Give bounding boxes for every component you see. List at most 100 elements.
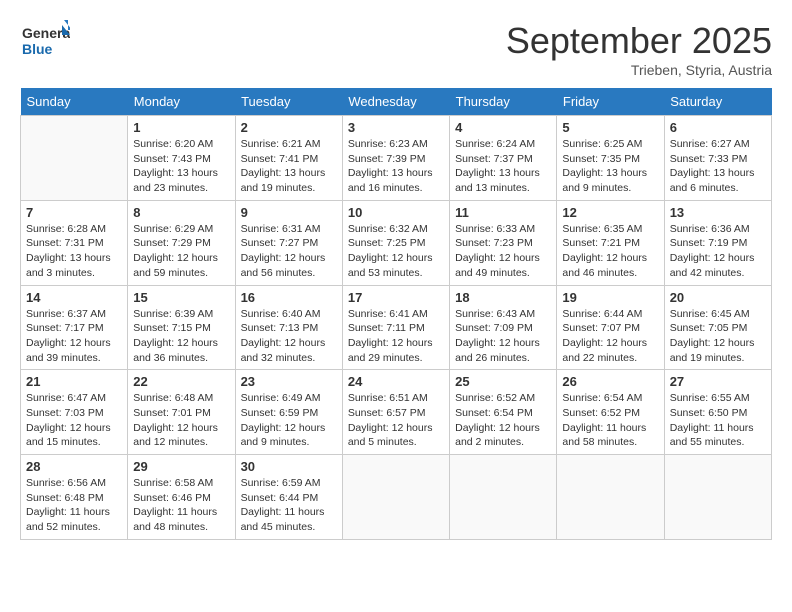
- calendar-cell: [450, 455, 557, 540]
- calendar-cell: [21, 116, 128, 201]
- calendar-cell: 10Sunrise: 6:32 AM Sunset: 7:25 PM Dayli…: [342, 200, 449, 285]
- day-info: Sunrise: 6:47 AM Sunset: 7:03 PM Dayligh…: [26, 391, 122, 450]
- day-of-week-header: Tuesday: [235, 88, 342, 116]
- calendar-cell: 26 Sunrise: 6:54 AM Sunset: 6:52 PM Dayli…: [557, 370, 664, 455]
- day-number: 3: [348, 120, 444, 135]
- calendar-cell: 18 Sunrise: 6:43 AM Sunset: 7:09 PM Dayli…: [450, 285, 557, 370]
- calendar-cell: 16 Sunrise: 6:40 AM Sunset: 7:13 PM Dayli…: [235, 285, 342, 370]
- calendar-cell: 3 Sunrise: 6:23 AM Sunset: 7:39 PM Daylig…: [342, 116, 449, 201]
- calendar-cell: 24Sunrise: 6:51 AM Sunset: 6:57 PM Dayli…: [342, 370, 449, 455]
- day-number: 19: [562, 290, 658, 305]
- day-number: 23: [241, 374, 337, 389]
- day-number: 30: [241, 459, 337, 474]
- day-number: 20: [670, 290, 766, 305]
- day-info: Sunrise: 6:23 AM Sunset: 7:39 PM Dayligh…: [348, 137, 444, 196]
- calendar-cell: 21 Sunrise: 6:47 AM Sunset: 7:03 PM Dayli…: [21, 370, 128, 455]
- day-info: Sunrise: 6:37 AM Sunset: 7:17 PM Dayligh…: [26, 307, 122, 366]
- calendar-cell: [664, 455, 771, 540]
- day-number: 13: [670, 205, 766, 220]
- day-info: Sunrise: 6:25 AM Sunset: 7:35 PM Dayligh…: [562, 137, 658, 196]
- day-info: Sunrise: 6:35 AM Sunset: 7:21 PM Dayligh…: [562, 222, 658, 281]
- day-info: Sunrise: 6:41 AM Sunset: 7:11 PM Dayligh…: [348, 307, 444, 366]
- day-of-week-header: Thursday: [450, 88, 557, 116]
- day-number: 15: [133, 290, 229, 305]
- title-section: September 2025 Trieben, Styria, Austria: [506, 20, 772, 78]
- day-number: 18: [455, 290, 551, 305]
- calendar-cell: 5 Sunrise: 6:25 AM Sunset: 7:35 PM Daylig…: [557, 116, 664, 201]
- calendar-cell: 6 Sunrise: 6:27 AM Sunset: 7:33 PM Daylig…: [664, 116, 771, 201]
- location-subtitle: Trieben, Styria, Austria: [506, 62, 772, 78]
- day-info: Sunrise: 6:59 AM Sunset: 6:44 PM Dayligh…: [241, 476, 337, 535]
- day-info: Sunrise: 6:33 AM Sunset: 7:23 PM Dayligh…: [455, 222, 551, 281]
- day-number: 6: [670, 120, 766, 135]
- calendar-week-row: 14 Sunrise: 6:37 AM Sunset: 7:17 PM Dayli…: [21, 285, 772, 370]
- day-number: 7: [26, 205, 122, 220]
- calendar-cell: 15Sunrise: 6:39 AM Sunset: 7:15 PM Dayli…: [128, 285, 235, 370]
- calendar-cell: 1Sunrise: 6:20 AM Sunset: 7:43 PM Daylig…: [128, 116, 235, 201]
- day-number: 12: [562, 205, 658, 220]
- day-of-week-header: Friday: [557, 88, 664, 116]
- svg-text:Blue: Blue: [22, 41, 53, 57]
- day-info: Sunrise: 6:27 AM Sunset: 7:33 PM Dayligh…: [670, 137, 766, 196]
- day-info: Sunrise: 6:58 AM Sunset: 6:46 PM Dayligh…: [133, 476, 229, 535]
- day-info: Sunrise: 6:28 AM Sunset: 7:31 PM Dayligh…: [26, 222, 122, 281]
- day-number: 8: [133, 205, 229, 220]
- day-number: 5: [562, 120, 658, 135]
- day-number: 25: [455, 374, 551, 389]
- day-info: Sunrise: 6:56 AM Sunset: 6:48 PM Dayligh…: [26, 476, 122, 535]
- day-info: Sunrise: 6:36 AM Sunset: 7:19 PM Dayligh…: [670, 222, 766, 281]
- day-info: Sunrise: 6:24 AM Sunset: 7:37 PM Dayligh…: [455, 137, 551, 196]
- calendar-cell: 17Sunrise: 6:41 AM Sunset: 7:11 PM Dayli…: [342, 285, 449, 370]
- calendar-cell: 7 Sunrise: 6:28 AM Sunset: 7:31 PM Daylig…: [21, 200, 128, 285]
- calendar-cell: 28Sunrise: 6:56 AM Sunset: 6:48 PM Dayli…: [21, 455, 128, 540]
- day-info: Sunrise: 6:31 AM Sunset: 7:27 PM Dayligh…: [241, 222, 337, 281]
- day-number: 9: [241, 205, 337, 220]
- calendar-cell: 8 Sunrise: 6:29 AM Sunset: 7:29 PM Daylig…: [128, 200, 235, 285]
- calendar-cell: 19Sunrise: 6:44 AM Sunset: 7:07 PM Dayli…: [557, 285, 664, 370]
- day-info: Sunrise: 6:51 AM Sunset: 6:57 PM Dayligh…: [348, 391, 444, 450]
- calendar-cell: 27Sunrise: 6:55 AM Sunset: 6:50 PM Dayli…: [664, 370, 771, 455]
- calendar-cell: 29 Sunrise: 6:58 AM Sunset: 6:46 PM Dayli…: [128, 455, 235, 540]
- day-info: Sunrise: 6:45 AM Sunset: 7:05 PM Dayligh…: [670, 307, 766, 366]
- calendar-week-row: 1Sunrise: 6:20 AM Sunset: 7:43 PM Daylig…: [21, 116, 772, 201]
- calendar-header-row: SundayMondayTuesdayWednesdayThursdayFrid…: [21, 88, 772, 116]
- calendar-week-row: 21 Sunrise: 6:47 AM Sunset: 7:03 PM Dayli…: [21, 370, 772, 455]
- calendar-week-row: 28Sunrise: 6:56 AM Sunset: 6:48 PM Dayli…: [21, 455, 772, 540]
- logo: General Blue: [20, 20, 74, 60]
- day-info: Sunrise: 6:48 AM Sunset: 7:01 PM Dayligh…: [133, 391, 229, 450]
- day-number: 11: [455, 205, 551, 220]
- day-of-week-header: Monday: [128, 88, 235, 116]
- calendar-cell: [557, 455, 664, 540]
- day-info: Sunrise: 6:52 AM Sunset: 6:54 PM Dayligh…: [455, 391, 551, 450]
- calendar-cell: 11 Sunrise: 6:33 AM Sunset: 7:23 PM Dayli…: [450, 200, 557, 285]
- day-number: 29: [133, 459, 229, 474]
- day-number: 14: [26, 290, 122, 305]
- calendar-cell: 9 Sunrise: 6:31 AM Sunset: 7:27 PM Daylig…: [235, 200, 342, 285]
- calendar-cell: 25 Sunrise: 6:52 AM Sunset: 6:54 PM Dayli…: [450, 370, 557, 455]
- day-of-week-header: Wednesday: [342, 88, 449, 116]
- calendar-cell: 2Sunrise: 6:21 AM Sunset: 7:41 PM Daylig…: [235, 116, 342, 201]
- month-title: September 2025: [506, 20, 772, 62]
- calendar-cell: 23 Sunrise: 6:49 AM Sunset: 6:59 PM Dayli…: [235, 370, 342, 455]
- calendar-cell: 20 Sunrise: 6:45 AM Sunset: 7:05 PM Dayli…: [664, 285, 771, 370]
- day-number: 16: [241, 290, 337, 305]
- day-number: 10: [348, 205, 444, 220]
- day-info: Sunrise: 6:43 AM Sunset: 7:09 PM Dayligh…: [455, 307, 551, 366]
- page-header: General Blue September 2025 Trieben, Sty…: [20, 20, 772, 78]
- calendar-week-row: 7 Sunrise: 6:28 AM Sunset: 7:31 PM Daylig…: [21, 200, 772, 285]
- day-info: Sunrise: 6:40 AM Sunset: 7:13 PM Dayligh…: [241, 307, 337, 366]
- day-info: Sunrise: 6:49 AM Sunset: 6:59 PM Dayligh…: [241, 391, 337, 450]
- day-number: 1: [133, 120, 229, 135]
- calendar-cell: [342, 455, 449, 540]
- logo-icon: General Blue: [20, 20, 70, 60]
- calendar-cell: 12 Sunrise: 6:35 AM Sunset: 7:21 PM Dayli…: [557, 200, 664, 285]
- calendar-cell: 4 Sunrise: 6:24 AM Sunset: 7:37 PM Daylig…: [450, 116, 557, 201]
- day-number: 4: [455, 120, 551, 135]
- day-number: 2: [241, 120, 337, 135]
- day-number: 26: [562, 374, 658, 389]
- day-info: Sunrise: 6:29 AM Sunset: 7:29 PM Dayligh…: [133, 222, 229, 281]
- day-number: 27: [670, 374, 766, 389]
- day-number: 21: [26, 374, 122, 389]
- calendar-cell: 22Sunrise: 6:48 AM Sunset: 7:01 PM Dayli…: [128, 370, 235, 455]
- day-info: Sunrise: 6:54 AM Sunset: 6:52 PM Dayligh…: [562, 391, 658, 450]
